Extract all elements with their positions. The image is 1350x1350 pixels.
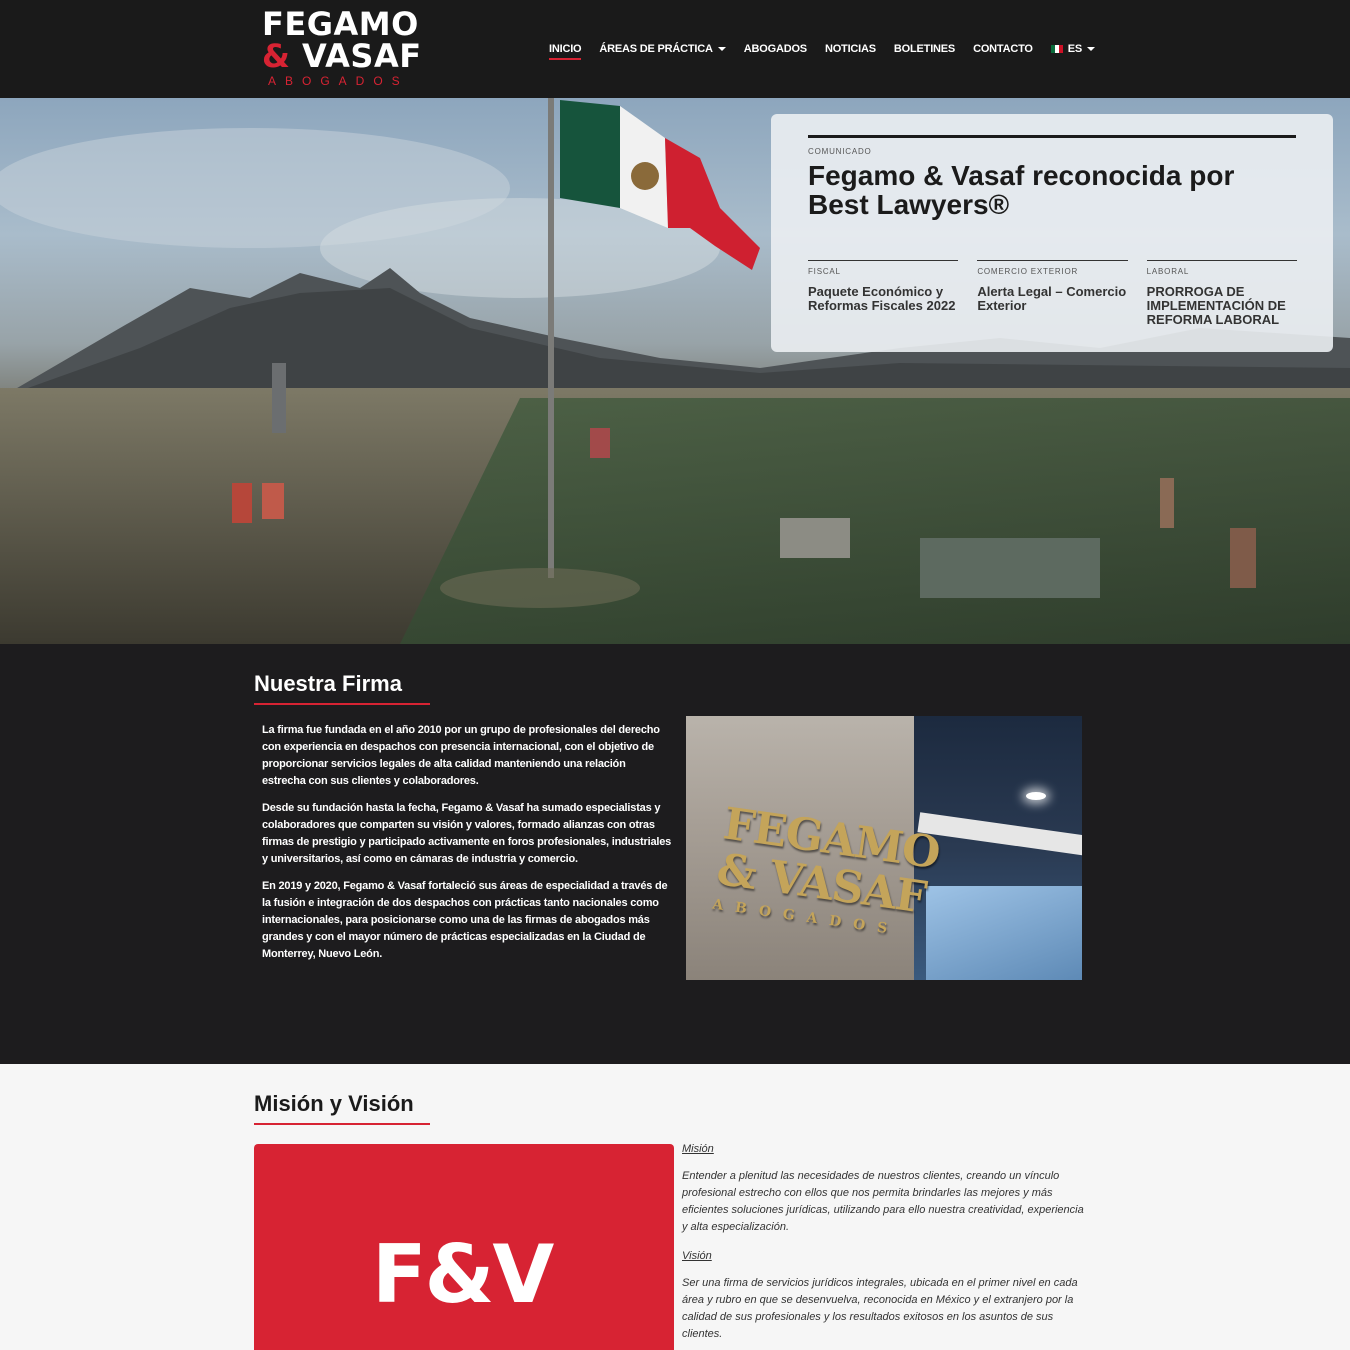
main-nav: INICIO ÁREAS DE PRÁCTICA ABOGADOS NOTICI… (549, 41, 1113, 60)
hero-banner: COMUNICADO Fegamo & Vasaf reconocida por… (0, 98, 1350, 644)
nav-noticias[interactable]: NOTICIAS (825, 41, 876, 57)
nav-abogados[interactable]: ABOGADOS (744, 41, 807, 57)
nav-boletines[interactable]: BOLETINES (894, 41, 955, 57)
caret-down-icon (717, 47, 726, 51)
news-list: FISCAL Paquete Económico y Reformas Fisc… (808, 260, 1297, 327)
vision-subheading: Visión (682, 1250, 712, 1262)
firma-body: La firma fue fundada en el año 2010 por … (262, 722, 672, 973)
site-header: FEGAMO & VASAF ABOGADOS INICIO ÁREAS DE … (0, 0, 1350, 98)
featured-headline-link[interactable]: Fegamo & Vasaf reconocida por Best Lawye… (808, 161, 1297, 219)
mision-subheading: Misión (682, 1143, 714, 1155)
fv-logo-box: F&V (254, 1144, 674, 1350)
firma-section: Nuestra Firma La firma fue fundada en el… (0, 644, 1350, 1064)
mision-vision-section: Misión y Visión F&V Misión Entender a pl… (0, 1064, 1350, 1350)
logo-line1: FEGAMO (262, 5, 419, 43)
news-item[interactable]: LABORAL PRORROGA DE IMPLEMENTACIÓN DE RE… (1146, 260, 1297, 327)
firma-paragraph: Desde su fundación hasta la fecha, Fegam… (262, 802, 672, 865)
mision-vision-text: Misión Entender a plenitud las necesidad… (682, 1141, 1092, 1350)
featured-news-card: COMUNICADO Fegamo & Vasaf reconocida por… (771, 114, 1333, 352)
heading-underline (254, 1123, 430, 1125)
news-title-link[interactable]: PRORROGA DE IMPLEMENTACIÓN DE REFORMA LA… (1147, 285, 1297, 327)
news-title-link[interactable]: Alerta Legal – Comercio Exterior (977, 285, 1127, 313)
mexico-flag-icon (1050, 45, 1063, 53)
language-selector[interactable]: ES (1050, 41, 1096, 57)
mision-paragraph: Entender a plenitud las necesidades de n… (682, 1170, 1084, 1233)
news-category: COMERCIO EXTERIOR (977, 267, 1079, 276)
news-item[interactable]: COMERCIO EXTERIOR Alerta Legal – Comerci… (977, 260, 1128, 327)
card-divider (808, 135, 1296, 138)
logo-line3: ABOGADOS (268, 74, 409, 88)
office-sign-photo: FEGAMO & VASAF ABOGADOS (686, 716, 1082, 980)
firma-paragraph: La firma fue fundada en el año 2010 por … (262, 724, 660, 787)
news-title-link[interactable]: Paquete Económico y Reformas Fiscales 20… (808, 285, 958, 313)
mision-heading: Misión y Visión (254, 1091, 430, 1125)
featured-kicker: COMUNICADO (808, 147, 872, 156)
logo-line2: & VASAF (262, 37, 422, 75)
caret-down-icon (1087, 47, 1096, 51)
news-category: LABORAL (1146, 267, 1190, 276)
nav-contacto[interactable]: CONTACTO (973, 41, 1033, 57)
firma-paragraph: En 2019 y 2020, Fegamo & Vasaf fortaleci… (262, 880, 668, 960)
heading-underline (254, 703, 430, 705)
firma-heading: Nuestra Firma (254, 671, 430, 705)
nav-areas-de-practica[interactable]: ÁREAS DE PRÁCTICA (599, 41, 726, 57)
news-category: FISCAL (808, 267, 841, 276)
vision-paragraph: Ser una firma de servicios jurídicos int… (682, 1277, 1078, 1340)
office-sign: FEGAMO & VASAF ABOGADOS (711, 798, 943, 939)
news-item[interactable]: FISCAL Paquete Económico y Reformas Fisc… (808, 260, 959, 327)
fv-logo: F&V (372, 1228, 554, 1321)
nav-inicio[interactable]: INICIO (549, 41, 582, 60)
site-logo[interactable]: FEGAMO & VASAF ABOGADOS (262, 8, 432, 92)
